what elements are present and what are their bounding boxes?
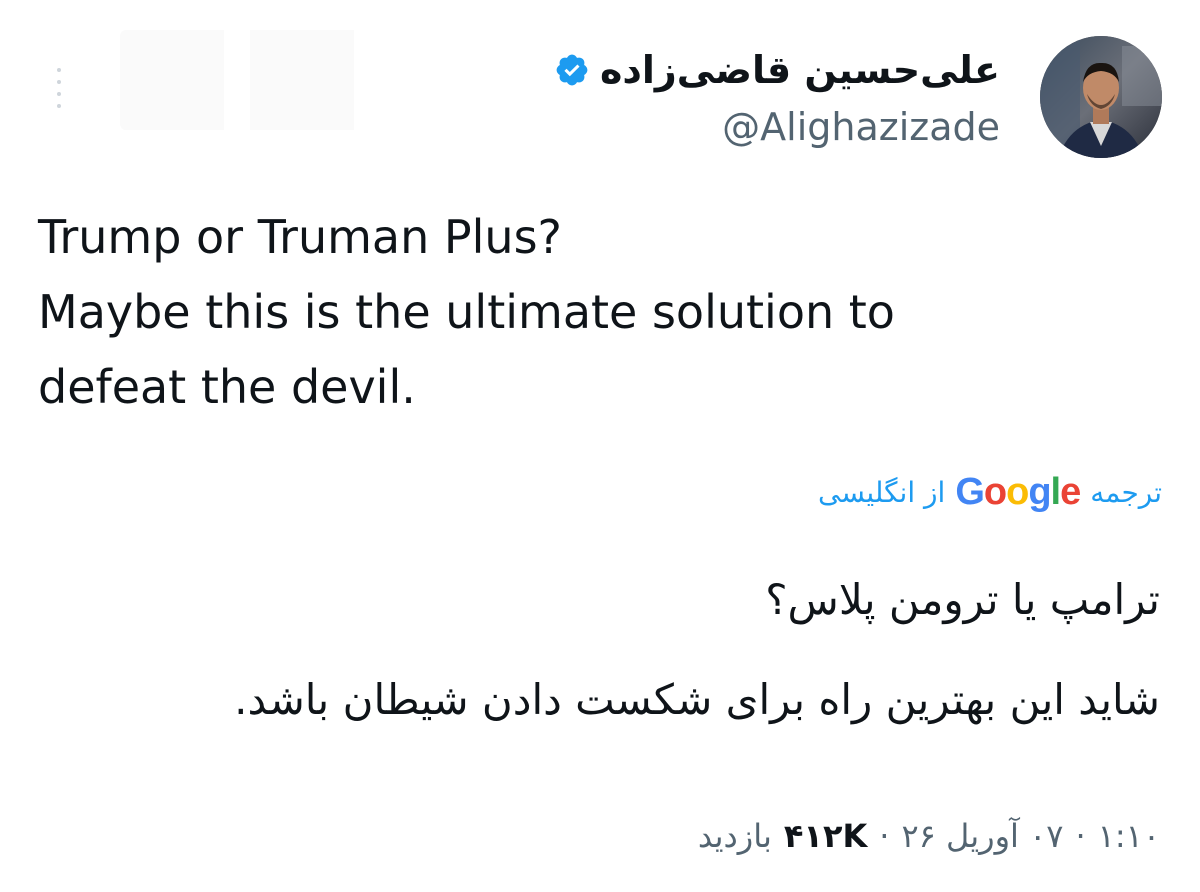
tweet-meta: ۱:۱۰ · ۰۷ آوریل ۲۶ · ۴۱۲K بازدید — [698, 806, 1160, 866]
views-count[interactable]: ۴۱۲K — [784, 817, 867, 855]
verified-badge-icon — [556, 54, 588, 86]
author-info: علی‌حسین قاضی‌زاده @Alighazizade — [554, 40, 1000, 152]
author-display-name[interactable]: علی‌حسین قاضی‌زاده — [600, 48, 1000, 92]
tweet-text-line: Maybe this is the ultimate solution to — [38, 285, 895, 339]
views-label: بازدید — [697, 817, 772, 855]
more-options-icon[interactable] — [54, 68, 64, 108]
tweet-text-line: defeat the devil. — [38, 360, 416, 414]
tweet-date[interactable]: ۰۷ آوریل ۲۶ — [901, 817, 1063, 855]
tweet-text-line: Trump or Truman Plus? — [38, 210, 562, 264]
translate-source-language: از انگلیسی — [818, 475, 946, 509]
meta-separator: · — [1075, 817, 1086, 855]
avatar[interactable] — [1040, 36, 1162, 158]
tweet-card: علی‌حسین قاضی‌زاده @Alighazizade Trump o… — [0, 0, 1200, 892]
translated-text-line: شاید این بهترین راه برای شکست دادن شیطان… — [234, 675, 1160, 724]
author-name-row[interactable]: علی‌حسین قاضی‌زاده — [554, 40, 1000, 100]
avatar-photo — [1040, 36, 1162, 158]
translated-text: ترامپ یا ترومن پلاس؟ شاید این بهترین راه… — [40, 560, 1160, 740]
translated-text-line: ترامپ یا ترومن پلاس؟ — [765, 575, 1160, 624]
translate-tweet-link[interactable]: ترجمه Google از انگلیسی — [818, 462, 1162, 522]
tweet-time[interactable]: ۱:۱۰ — [1098, 817, 1160, 855]
meta-separator: · — [879, 817, 890, 855]
author-handle[interactable]: @Alighazizade — [554, 102, 1000, 152]
faded-background-artifact — [120, 30, 380, 130]
google-logo: Google — [955, 470, 1081, 513]
translate-label: ترجمه — [1090, 475, 1162, 509]
tweet-text: Trump or Truman Plus? Maybe this is the … — [38, 200, 1158, 425]
